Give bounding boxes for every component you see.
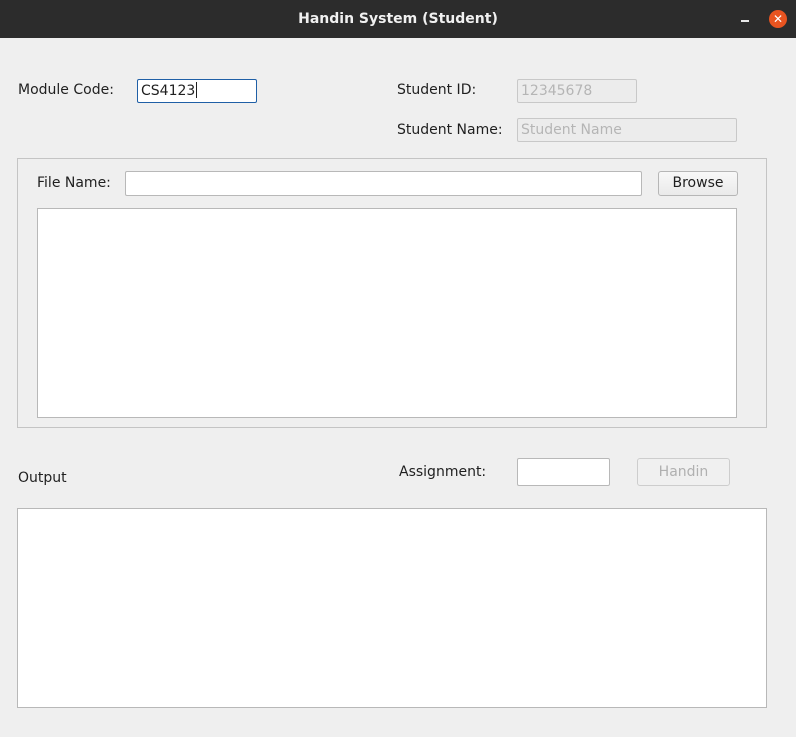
file-name-label: File Name:: [37, 175, 111, 191]
window-title: Handin System (Student): [298, 11, 498, 27]
browse-button[interactable]: Browse: [658, 171, 738, 196]
title-bar: Handin System (Student) ✕: [0, 0, 796, 38]
student-id-input: 12345678: [517, 79, 637, 103]
file-contents-area[interactable]: [37, 208, 737, 418]
module-code-input[interactable]: CS4123: [137, 79, 257, 103]
student-name-label: Student Name:: [397, 122, 503, 138]
assignment-label: Assignment:: [399, 464, 487, 480]
module-code-value: CS4123: [141, 83, 196, 99]
output-label: Output: [18, 470, 67, 486]
handin-button: Handin: [637, 458, 730, 486]
minimize-icon[interactable]: [734, 9, 756, 29]
student-id-label: Student ID:: [397, 82, 477, 98]
output-area[interactable]: [17, 508, 767, 708]
module-code-label: Module Code:: [18, 82, 114, 98]
file-name-input[interactable]: [125, 171, 642, 196]
text-caret: [196, 82, 198, 98]
assignment-input[interactable]: [517, 458, 610, 486]
close-icon[interactable]: ✕: [769, 10, 787, 28]
student-name-input: Student Name: [517, 118, 737, 142]
